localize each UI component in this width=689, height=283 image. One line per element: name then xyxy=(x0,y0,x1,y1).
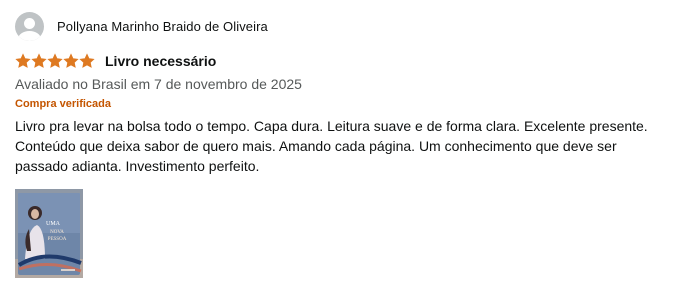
verified-purchase-badge[interactable]: Compra verificada xyxy=(15,98,675,110)
reviewer-profile[interactable]: Pollyana Marinho Braido de Oliveira xyxy=(15,10,675,42)
star-icon xyxy=(79,53,95,68)
review-title-row: Livro necessário xyxy=(15,51,675,71)
star-rating[interactable] xyxy=(15,53,95,69)
review-body: Livro pra levar na bolsa todo o tempo. C… xyxy=(15,118,648,174)
book-photo-icon: UMA NOVA PESSOA xyxy=(15,189,83,278)
star-icon xyxy=(47,53,63,68)
review-date: Avaliado no Brasil em 7 de novembro de 2… xyxy=(15,76,302,92)
review-image-thumbnail[interactable]: UMA NOVA PESSOA xyxy=(15,189,83,278)
customer-review: Pollyana Marinho Braido de Oliveira Livr… xyxy=(15,10,675,278)
svg-text:UMA: UMA xyxy=(46,221,61,227)
star-icon xyxy=(15,53,31,68)
star-icon xyxy=(31,53,47,68)
review-title[interactable]: Livro necessário xyxy=(105,53,216,69)
reviewer-name[interactable]: Pollyana Marinho Braido de Oliveira xyxy=(57,19,268,34)
svg-text:NOVA: NOVA xyxy=(50,230,64,235)
user-avatar-icon[interactable] xyxy=(15,11,44,41)
star-icon xyxy=(63,53,79,68)
svg-text:PESSOA: PESSOA xyxy=(48,237,67,242)
